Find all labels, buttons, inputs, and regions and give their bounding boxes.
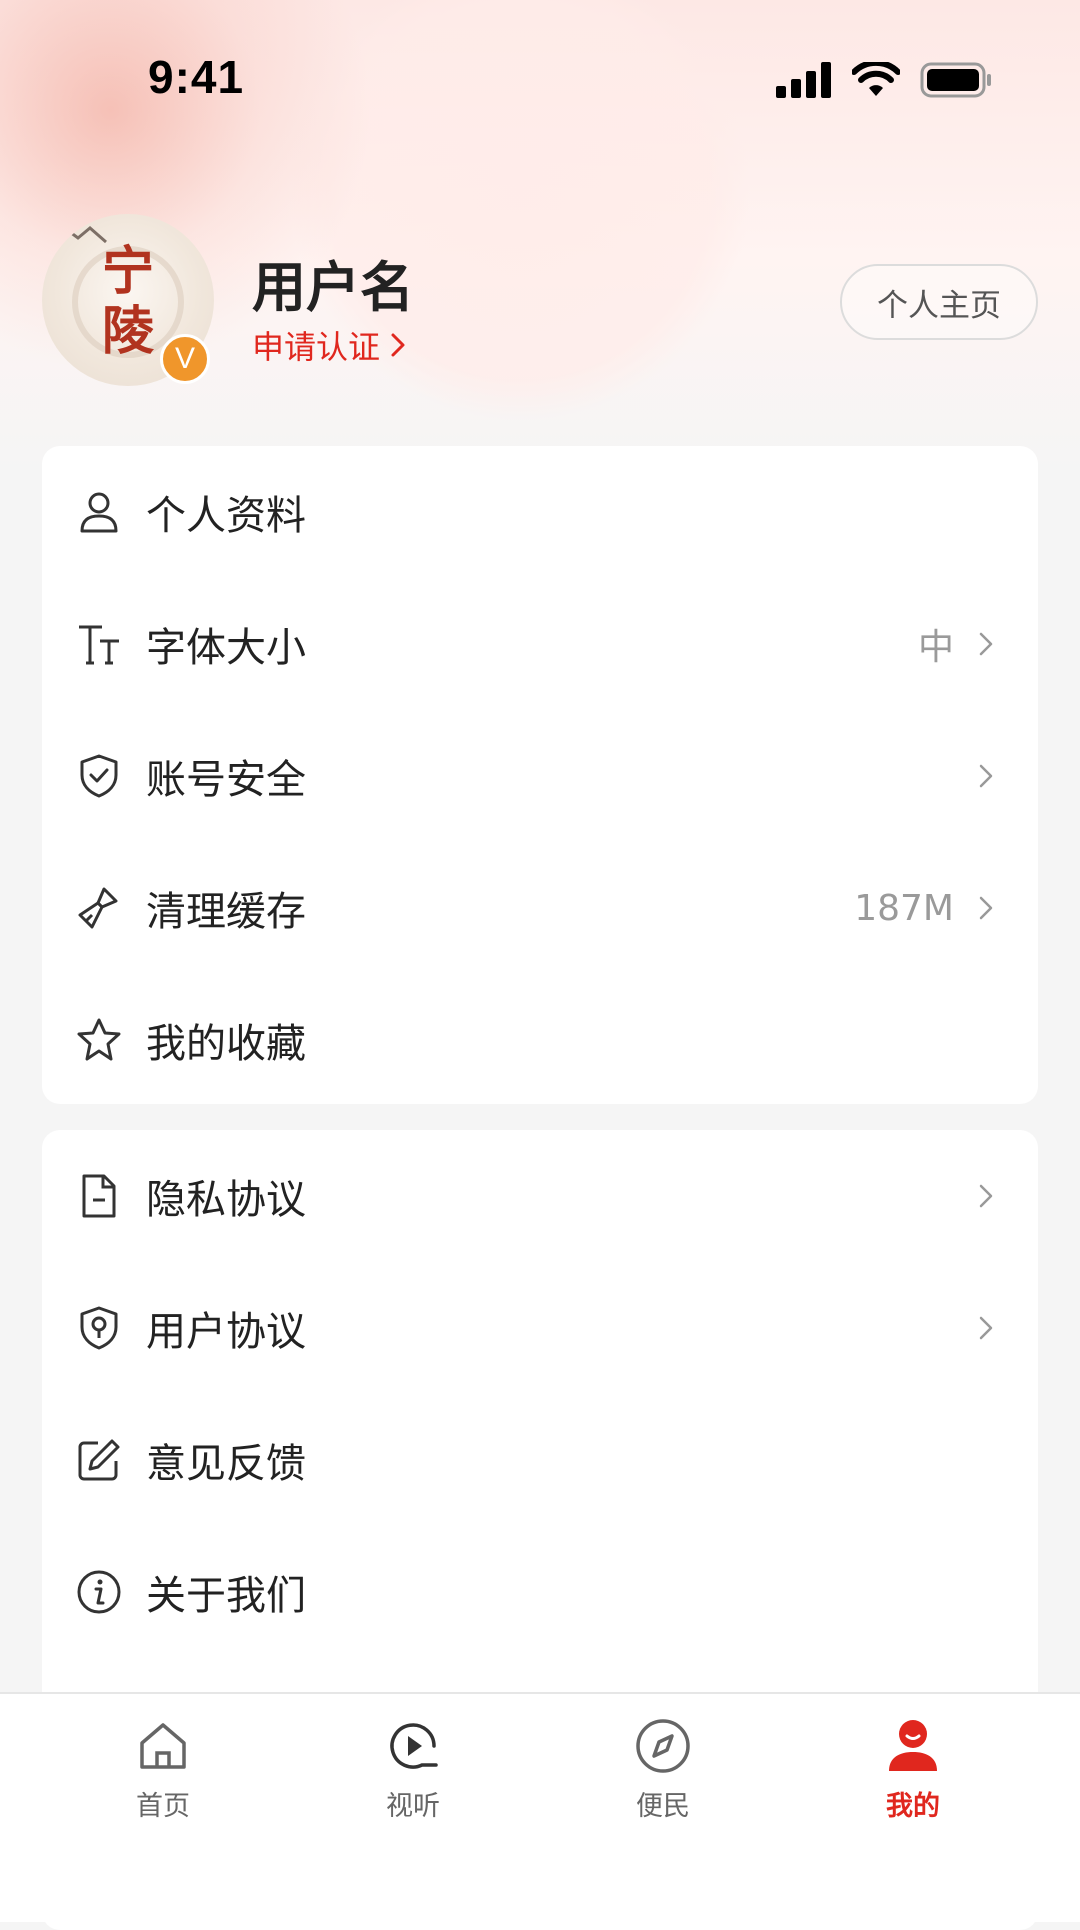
profile-page: 9:41 宁陵 V 用户名 申请认证 个人主页 个人资料 字体大小 中 账号安全… <box>0 0 1080 1930</box>
menu-item-about-us[interactable]: 关于我们 <box>42 1526 1038 1658</box>
status-bar: 9:41 <box>0 0 1080 160</box>
tab-mine[interactable]: 我的 <box>843 1716 983 1826</box>
broom-icon <box>76 885 122 931</box>
menu-item-user-agreement[interactable]: 用户协议 <box>42 1262 1038 1394</box>
menu-item-label: 用户协议 <box>146 1309 306 1355</box>
menu-item-favorites[interactable]: 我的收藏 <box>42 974 1038 1106</box>
tab-label: 视听 <box>386 1791 440 1822</box>
chevron-right-icon <box>976 761 996 791</box>
home-icon <box>133 1716 193 1776</box>
menu-item-label: 关于我们 <box>146 1573 306 1619</box>
info-icon <box>76 1569 122 1615</box>
avatar-seal-text: 宁陵 <box>101 241 154 362</box>
tab-audio-video[interactable]: 视听 <box>343 1716 483 1826</box>
menu-item-font-size[interactable]: 字体大小 中 <box>42 578 1038 710</box>
cellular-signal-icon <box>776 62 831 98</box>
tab-label: 便民 <box>636 1791 690 1822</box>
user-icon <box>76 489 122 535</box>
star-icon <box>76 1017 122 1063</box>
menu-item-label: 意见反馈 <box>146 1441 306 1487</box>
chevron-right-icon <box>391 333 405 357</box>
menu-item-label: 账号安全 <box>146 757 306 803</box>
shield-check-icon <box>76 753 122 799</box>
battery-icon <box>920 62 991 98</box>
shield-lock-icon <box>76 1305 122 1351</box>
chevron-right-icon <box>976 1181 996 1211</box>
edit-icon <box>76 1437 122 1483</box>
bottom-tab-bar: 首页 视听 便民 我的 <box>0 1692 1080 1922</box>
personal-homepage-button[interactable]: 个人主页 <box>840 264 1038 340</box>
tab-label: 首页 <box>136 1791 190 1822</box>
play-icon <box>383 1716 443 1776</box>
menu-item-clear-cache[interactable]: 清理缓存 187M <box>42 842 1038 974</box>
tab-label: 我的 <box>886 1791 940 1822</box>
chevron-right-icon <box>976 1313 996 1343</box>
verify-label: 申请认证 <box>252 328 381 366</box>
menu-item-label: 我的收藏 <box>146 1021 306 1067</box>
settings-card-primary: 个人资料 字体大小 中 账号安全 清理缓存 187M 我的收藏 <box>42 446 1038 1104</box>
menu-item-account-security[interactable]: 账号安全 <box>42 710 1038 842</box>
chevron-right-icon <box>976 629 996 659</box>
apply-verification-link[interactable]: 申请认证 <box>252 322 406 368</box>
chevron-right-icon <box>976 893 996 923</box>
tab-home[interactable]: 首页 <box>93 1716 233 1826</box>
avatar-container[interactable]: 宁陵 V <box>42 214 214 386</box>
menu-item-label: 个人资料 <box>146 493 306 539</box>
font-size-icon <box>76 621 122 667</box>
profile-icon <box>883 1716 943 1776</box>
status-time: 9:41 <box>148 51 245 103</box>
font-size-value: 中 <box>917 627 954 668</box>
menu-item-profile-info[interactable]: 个人资料 <box>42 446 1038 578</box>
verified-badge: V <box>160 334 210 384</box>
menu-item-label: 清理缓存 <box>146 889 306 935</box>
wifi-icon <box>852 62 900 96</box>
status-icons <box>776 62 992 98</box>
username: 用户名 <box>252 256 414 319</box>
compass-icon <box>633 1716 693 1776</box>
menu-item-label: 字体大小 <box>146 625 306 671</box>
menu-item-label: 隐私协议 <box>146 1177 306 1223</box>
menu-item-privacy-policy[interactable]: 隐私协议 <box>42 1130 1038 1262</box>
tab-services[interactable]: 便民 <box>593 1716 733 1826</box>
document-icon <box>76 1173 122 1219</box>
menu-item-feedback[interactable]: 意见反馈 <box>42 1394 1038 1526</box>
cache-size-value: 187M <box>854 887 954 929</box>
